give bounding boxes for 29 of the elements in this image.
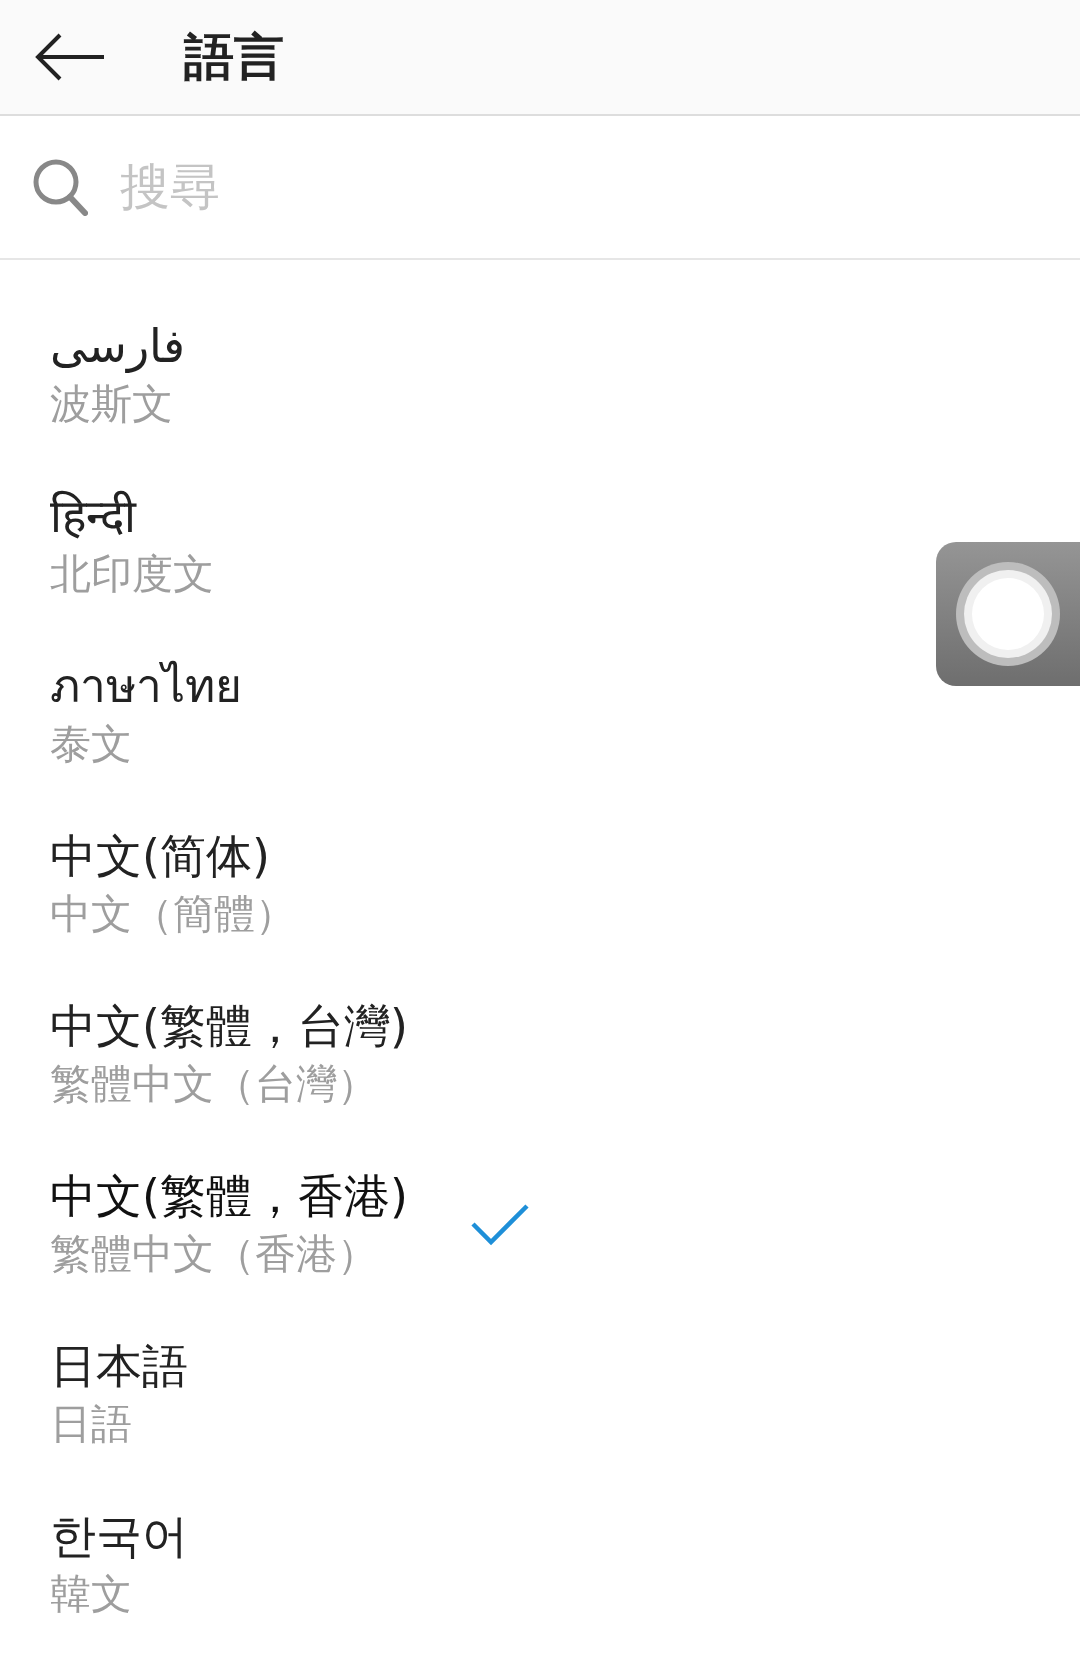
language-translated-name: 中文（簡體）	[50, 889, 296, 940]
language-native-name: ภาษาไทย	[50, 658, 242, 715]
ring-icon	[953, 559, 1063, 669]
floating-assistive-button[interactable]	[936, 542, 1080, 686]
language-translated-name: 韓文	[50, 1569, 132, 1620]
language-native-name: 日本語	[50, 1338, 188, 1395]
language-item[interactable]: 中文(繁體，香港) 繁體中文（香港）	[0, 1139, 920, 1309]
language-translated-name: 繁體中文（香港）	[50, 1229, 378, 1280]
language-item[interactable]: ภาษาไทย 泰文	[0, 629, 920, 799]
language-native-name: 中文(简体)	[50, 828, 270, 885]
language-translated-name: 泰文	[50, 719, 132, 770]
search-icon	[32, 158, 88, 216]
language-item[interactable]: 日本語 日語	[0, 1309, 920, 1479]
language-item[interactable]: 中文(简体) 中文（簡體）	[0, 799, 920, 969]
language-translated-name: 繁體中文（台灣）	[50, 1059, 378, 1110]
language-item[interactable]: हिन्दी 北印度文	[0, 459, 920, 629]
language-native-name: فارسی	[50, 318, 186, 375]
language-translated-name: 北印度文	[50, 549, 214, 600]
language-translated-name: 日語	[50, 1399, 132, 1450]
back-arrow-icon	[34, 33, 106, 81]
language-item[interactable]: 한국어 韓文	[0, 1479, 920, 1649]
language-native-name: 中文(繁體，台灣)	[50, 998, 408, 1055]
language-translated-name: 波斯文	[50, 379, 173, 430]
search-field[interactable]: 搜尋	[118, 157, 822, 217]
language-item[interactable]: 中文(繁體，台灣) 繁體中文（台灣）	[0, 969, 920, 1139]
language-native-name: 한국어	[50, 1508, 188, 1565]
page-title: 語言	[184, 26, 284, 88]
language-native-name: 中文(繁體，香港)	[50, 1168, 408, 1225]
language-native-name: हिन्दी	[50, 488, 136, 545]
